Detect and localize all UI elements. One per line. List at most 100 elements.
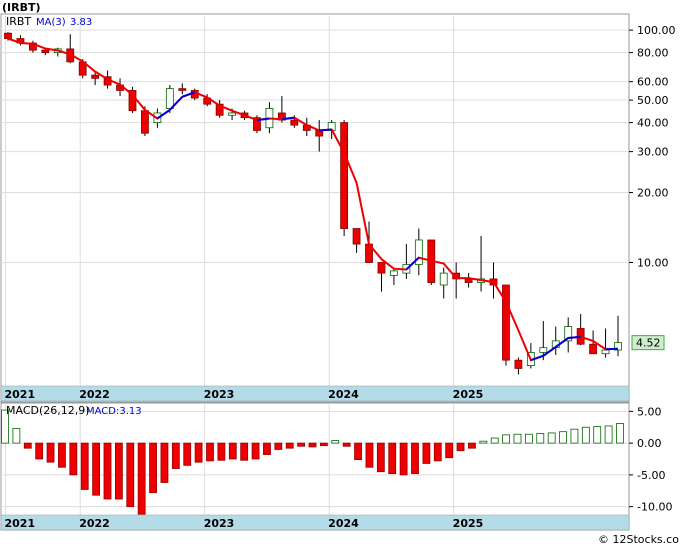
x-tick-label: 2024 <box>328 388 359 401</box>
macd-bar <box>399 442 408 476</box>
price-tick-label: 20.00 <box>637 187 669 200</box>
candle <box>340 120 349 237</box>
candle-body <box>165 88 174 109</box>
x-tick-label: 2021 <box>5 517 36 530</box>
candle-body <box>228 112 236 116</box>
macd-bar <box>445 442 454 459</box>
macd-bar <box>354 442 362 461</box>
last-price-value: 4.52 <box>636 337 661 350</box>
macd-bar <box>411 442 419 475</box>
macd-bar <box>114 442 123 500</box>
macd-bar <box>536 433 545 444</box>
macd-bar <box>206 442 214 462</box>
macd-bar <box>604 425 613 444</box>
candle-body <box>290 119 299 126</box>
candle-body <box>340 122 349 229</box>
price-tick-label: 100.00 <box>637 24 676 37</box>
macd-bar <box>12 428 21 444</box>
macd-bar <box>171 442 180 469</box>
macd-bar <box>251 442 260 460</box>
ma-rising-segment <box>319 128 332 132</box>
candle-body <box>514 359 523 369</box>
macd-bar <box>285 442 294 449</box>
macd-bar <box>342 442 351 447</box>
macd-bar <box>69 442 78 476</box>
x-tick-label: 2022 <box>79 517 110 530</box>
macd-bar <box>433 442 442 462</box>
macd-bar <box>149 442 157 494</box>
macd-bar <box>297 442 306 447</box>
macd-bar <box>479 440 488 444</box>
price-tick-label: 60.00 <box>637 76 669 89</box>
chart-title: (IRBT) <box>2 1 41 14</box>
macd-bar <box>92 442 101 496</box>
macd-bar <box>183 442 192 466</box>
macd-bar <box>616 423 624 444</box>
candle-body <box>589 343 598 355</box>
ticker-label: IRBT <box>6 15 31 28</box>
macd-bar <box>308 442 317 448</box>
stock-chart: 100.00 80.00 60.00 50.00 40.00 30.00 20.00 10.0… <box>0 1 680 546</box>
price-tick-label: 80.00 <box>637 47 669 60</box>
candle-body <box>601 349 610 355</box>
macd-bar <box>388 442 397 475</box>
macd-bar <box>23 442 32 449</box>
candle-body <box>4 32 12 39</box>
x-tick-label: 2025 <box>453 388 484 401</box>
macd-bar <box>490 437 499 444</box>
macd-bar <box>331 440 340 444</box>
watermark: © 12Stocks.com <box>598 533 680 546</box>
macd-bar <box>319 442 328 447</box>
ma-rising-segment <box>605 347 619 351</box>
candle-body <box>141 110 149 134</box>
candle-body <box>539 347 548 353</box>
macd-tick-label: 0.00 <box>637 437 662 450</box>
candle <box>253 115 261 134</box>
macd-bar <box>274 442 283 450</box>
candle-body <box>352 228 361 245</box>
price-tick-label: 40.00 <box>637 117 669 130</box>
macd-bar <box>160 442 169 483</box>
macd-bar <box>240 442 249 461</box>
macd-bar <box>422 442 431 464</box>
macd-tick-label: -10.00 <box>637 501 672 514</box>
x-tick-label: 2021 <box>5 388 36 401</box>
candle <box>427 239 436 286</box>
macd-label: MACD(26,12,9) <box>6 404 90 417</box>
macd-bar <box>194 442 203 463</box>
candle-body <box>178 88 187 91</box>
macd-bar <box>456 442 465 452</box>
candle <box>128 86 137 113</box>
candle-body <box>91 74 100 79</box>
macd-bar <box>376 442 385 473</box>
macd-bar <box>217 442 226 461</box>
ma-rising-segment <box>568 335 581 339</box>
macd-bar <box>524 433 533 444</box>
macd-bar <box>593 426 602 444</box>
ma-label: MA(3) <box>36 17 66 28</box>
macd-bar <box>126 442 135 508</box>
macd-bar <box>365 442 374 468</box>
candle-body <box>390 270 398 276</box>
price-y-axis: 100.00 80.00 60.00 50.00 40.00 30.00 20.00 10.0… <box>629 24 676 269</box>
ma-value: 3.83 <box>70 17 92 28</box>
macd-bar <box>559 431 567 444</box>
candle-body <box>377 262 386 274</box>
price-tick-label: 10.00 <box>637 256 669 269</box>
candle-body <box>41 49 50 54</box>
macd-bar <box>468 442 476 449</box>
last-price-tag: 4.52 <box>631 335 665 351</box>
x-tick-label: 2023 <box>204 388 235 401</box>
x-tick-label: 2023 <box>204 517 235 530</box>
macd-y-axis: 5.00 0.00 -5.00 -10.00 <box>629 405 672 514</box>
macd-tick-label: 5.00 <box>637 405 662 418</box>
macd-bar <box>35 442 44 460</box>
price-tick-label: 50.00 <box>637 94 669 107</box>
x-tick-label: 2025 <box>453 517 484 530</box>
macd-bar <box>547 432 556 444</box>
macd-bar <box>502 434 511 444</box>
macd-bar <box>228 442 237 460</box>
x-tick-label: 2022 <box>79 388 110 401</box>
macd-bar <box>263 442 271 455</box>
macd-bar <box>58 442 66 468</box>
